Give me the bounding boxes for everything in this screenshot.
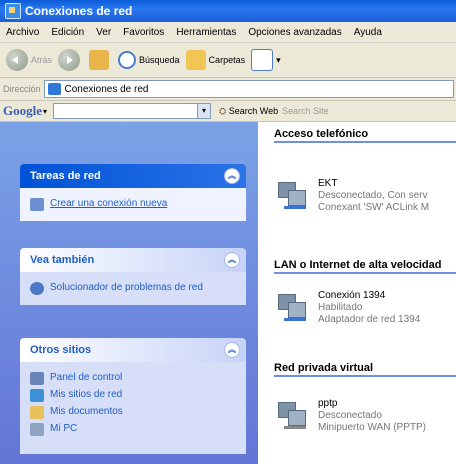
- title-bar[interactable]: Conexiones de red: [0, 0, 456, 22]
- collapse-chevron-icon[interactable]: ︽: [224, 342, 240, 358]
- network-connections-icon: [5, 3, 21, 19]
- search-site-button[interactable]: Search Site: [282, 106, 329, 116]
- address-value: Conexiones de red: [64, 83, 149, 95]
- menu-opciones-avanzadas[interactable]: Opciones avanzadas: [242, 27, 347, 38]
- forward-arrow-icon: [58, 49, 81, 71]
- group-header-dialup: Acceso telefónico: [274, 128, 456, 143]
- back-label: Atrás: [31, 55, 53, 65]
- toolbar: Atrás Búsqueda Carpetas ▾: [0, 43, 456, 78]
- dialup-connection-icon: [274, 178, 308, 212]
- menu-ayuda[interactable]: Ayuda: [348, 27, 388, 38]
- other-places-body: Panel de control Mis sitios de red Mis d…: [20, 362, 246, 454]
- search-web-button[interactable]: ⛭ Search Web: [219, 106, 278, 117]
- connection-name: EKT: [318, 178, 338, 189]
- my-computer-icon: [30, 423, 44, 436]
- group-header-lan: LAN o Internet de alta velocidad: [274, 259, 456, 274]
- my-documents-icon: [30, 406, 44, 419]
- other-places-header[interactable]: Otros sitios ︽: [20, 338, 246, 362]
- menu-archivo[interactable]: Archivo: [0, 27, 45, 38]
- my-network-places-label: Mis sitios de red: [50, 389, 123, 400]
- control-panel-label: Panel de control: [50, 372, 123, 383]
- window-title: Conexiones de red: [25, 4, 133, 18]
- create-connection-link[interactable]: Crear una conexión nueva: [30, 198, 236, 211]
- connection-item-ekt[interactable]: EKT Desconectado, Con serv Conexant 'SW'…: [274, 178, 429, 214]
- binoculars-icon: ⛭: [219, 105, 227, 116]
- menu-favoritos[interactable]: Favoritos: [117, 27, 170, 38]
- google-search-input[interactable]: [53, 103, 199, 119]
- back-arrow-icon: [6, 49, 28, 71]
- menu-edicion[interactable]: Edición: [45, 27, 90, 38]
- address-input[interactable]: Conexiones de red: [43, 80, 454, 98]
- see-also-title: Vea también: [30, 254, 95, 266]
- up-folder-button[interactable]: [89, 50, 112, 70]
- collapse-chevron-icon[interactable]: ︽: [224, 252, 240, 268]
- connection-item-1394[interactable]: Conexión 1394 Habilitado Adaptador de re…: [274, 290, 420, 326]
- task-pane: Tareas de red ︽ Crear una conexión nueva…: [0, 122, 258, 464]
- connection-device: Minipuerto WAN (PPTP): [318, 422, 426, 433]
- connection-device: Adaptador de red 1394: [318, 314, 421, 325]
- my-network-places-link[interactable]: Mis sitios de red: [30, 389, 236, 402]
- connection-status: Desconectado, Con serv: [318, 190, 428, 201]
- my-network-places-icon: [30, 389, 44, 402]
- control-panel-icon: [30, 372, 44, 385]
- views-button[interactable]: ▾: [251, 49, 281, 71]
- folders-button[interactable]: Carpetas: [185, 50, 246, 70]
- search-icon: [118, 51, 137, 69]
- see-also-body: Solucionador de problemas de red: [20, 272, 246, 305]
- search-button[interactable]: Búsqueda: [118, 51, 180, 69]
- views-dropdown-icon: ▾: [276, 54, 281, 65]
- network-tasks-panel: Tareas de red ︽ Crear una conexión nueva: [20, 164, 246, 221]
- connection-name: Conexión 1394: [318, 290, 386, 301]
- my-documents-label: Mis documentos: [50, 406, 123, 417]
- menu-bar: Archivo Edición Ver Favoritos Herramient…: [0, 22, 456, 43]
- up-folder-icon: [89, 50, 110, 70]
- troubleshooter-link[interactable]: Solucionador de problemas de red: [30, 282, 236, 295]
- new-connection-icon: [30, 198, 44, 211]
- connection-item-pptp[interactable]: pptp Desconectado Minipuerto WAN (PPTP): [274, 398, 426, 434]
- menu-herramientas[interactable]: Herramientas: [170, 27, 242, 38]
- search-label: Búsqueda: [139, 55, 180, 65]
- address-bar: Dirección Conexiones de red: [0, 78, 456, 101]
- network-connections-icon: [47, 83, 61, 95]
- connection-name: pptp: [318, 398, 338, 409]
- connection-status: Habilitado: [318, 302, 363, 313]
- my-computer-label: Mi PC: [50, 423, 78, 434]
- collapse-chevron-icon[interactable]: ︽: [224, 168, 240, 184]
- views-icon: [251, 49, 274, 71]
- google-toolbar: Google ▾ ▾ ⛭ Search Web Search Site: [0, 101, 456, 122]
- group-header-vpn: Red privada virtual: [274, 362, 456, 377]
- connection-status: Desconectado: [318, 410, 382, 421]
- other-places-title: Otros sitios: [30, 344, 92, 356]
- folders-label: Carpetas: [208, 55, 246, 65]
- network-tasks-body: Crear una conexión nueva: [20, 188, 246, 221]
- create-connection-label: Crear una conexión nueva: [50, 198, 168, 209]
- search-site-label: Search Site: [282, 106, 329, 116]
- troubleshooter-icon: [30, 282, 44, 295]
- other-places-panel: Otros sitios ︽ Panel de control Mis siti…: [20, 338, 246, 454]
- search-web-label: Search Web: [228, 105, 279, 116]
- address-label: Dirección: [3, 84, 41, 94]
- see-also-header[interactable]: Vea también ︽: [20, 248, 246, 272]
- network-tasks-header[interactable]: Tareas de red ︽: [20, 164, 246, 188]
- vpn-connection-icon: [274, 398, 308, 432]
- my-documents-link[interactable]: Mis documentos: [30, 406, 236, 419]
- connections-list: Acceso telefónico EKT Desconectado, Con …: [258, 122, 456, 464]
- control-panel-link[interactable]: Panel de control: [30, 372, 236, 385]
- network-tasks-title: Tareas de red: [30, 170, 101, 182]
- folders-icon: [185, 50, 206, 70]
- lan-connection-icon: [274, 290, 308, 324]
- forward-button[interactable]: [58, 49, 83, 71]
- troubleshooter-label: Solucionador de problemas de red: [50, 282, 203, 293]
- connection-device: Conexant 'SW' ACLink M: [318, 202, 430, 213]
- back-button[interactable]: Atrás: [6, 49, 52, 71]
- google-search-dropdown[interactable]: ▾: [198, 103, 212, 119]
- see-also-panel: Vea también ︽ Solucionador de problemas …: [20, 248, 246, 305]
- my-computer-link[interactable]: Mi PC: [30, 423, 236, 436]
- google-logo[interactable]: Google: [3, 103, 42, 119]
- google-menu-icon[interactable]: ▾: [43, 107, 47, 116]
- menu-ver[interactable]: Ver: [90, 27, 117, 38]
